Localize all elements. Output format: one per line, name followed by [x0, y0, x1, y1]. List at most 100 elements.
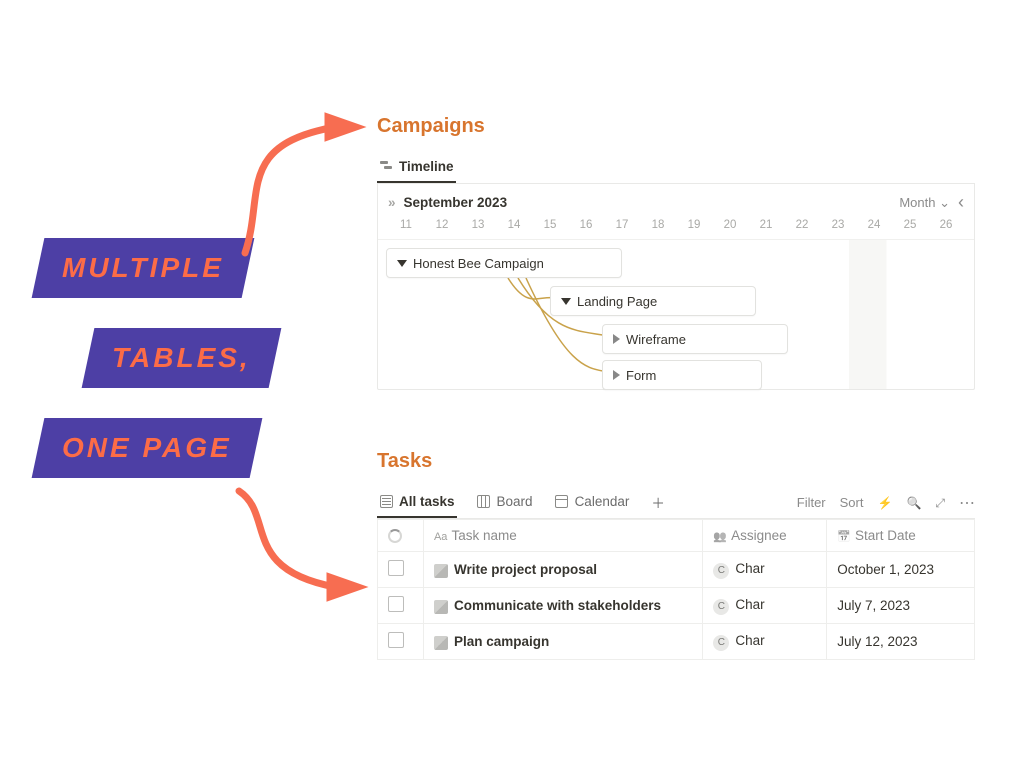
- date-cell: 15: [532, 219, 568, 231]
- date-cell: 23: [820, 219, 856, 231]
- timeline-bar-child[interactable]: Wireframe: [602, 324, 788, 354]
- timeline-controls: Month: [899, 192, 964, 213]
- date-cell: 17: [604, 219, 640, 231]
- tab-board-label: Board: [497, 494, 533, 509]
- add-view-button[interactable]: [649, 487, 667, 518]
- assignee-name: Char: [735, 597, 764, 612]
- timeline-dates: 11 12 13 14 15 16 17 18 19 20 21 22 23 2…: [378, 215, 974, 239]
- timeline-month[interactable]: September 2023: [388, 195, 507, 210]
- granularity-picker[interactable]: Month: [899, 195, 950, 211]
- callout-line-3: ONE PAGE: [32, 418, 262, 478]
- tab-board[interactable]: Board: [475, 487, 535, 518]
- task-name: Plan campaign: [454, 634, 549, 649]
- chevron-down-icon: [939, 195, 950, 210]
- month-label: September 2023: [404, 195, 508, 210]
- prev-period-button[interactable]: [958, 192, 964, 213]
- bar-label: Wireframe: [626, 332, 686, 347]
- timeline-bar-child[interactable]: Form: [602, 360, 762, 390]
- callout-text: ONE PAGE: [62, 432, 232, 464]
- search-icon[interactable]: [906, 495, 921, 510]
- date-cell: 13: [460, 219, 496, 231]
- page-icon: [434, 636, 448, 650]
- col-loading: [378, 520, 424, 552]
- date-cell: 12: [424, 219, 460, 231]
- spinner-icon: [388, 529, 402, 543]
- page-icon: [434, 600, 448, 614]
- tasks-toolbar: Filter Sort: [797, 493, 975, 513]
- collapse-icon[interactable]: [397, 260, 407, 267]
- col-start-date[interactable]: Start Date: [827, 520, 975, 552]
- timeline-rows[interactable]: Honest Bee Campaign Landing Page Wirefra…: [378, 239, 974, 389]
- table-row[interactable]: Write project proposal C Char October 1, …: [378, 552, 975, 588]
- date-cell: 11: [388, 219, 424, 231]
- checkbox[interactable]: [388, 632, 404, 648]
- arrow-to-campaigns: [225, 105, 385, 265]
- expand-sidebar-icon[interactable]: [388, 195, 396, 210]
- tab-calendar-label: Calendar: [575, 494, 630, 509]
- tab-calendar[interactable]: Calendar: [553, 487, 632, 518]
- filter-button[interactable]: Filter: [797, 495, 826, 510]
- campaigns-block: Campaigns Timeline September 2023 Month …: [377, 115, 975, 390]
- more-icon[interactable]: [959, 493, 975, 513]
- col-task-name[interactable]: Task name: [423, 520, 702, 552]
- callout-text: TABLES,: [112, 342, 251, 374]
- tab-all-tasks[interactable]: All tasks: [377, 487, 457, 518]
- timeline-body: September 2023 Month 11 12 13 14 15 16 1…: [377, 184, 975, 390]
- expand-icon[interactable]: [613, 370, 620, 380]
- campaigns-tabs: Timeline: [377, 152, 975, 184]
- expand-icon[interactable]: [613, 334, 620, 344]
- tab-all-label: All tasks: [399, 494, 455, 509]
- sort-button[interactable]: Sort: [840, 495, 864, 510]
- timeline-icon: [379, 160, 393, 174]
- text-prop-icon: [434, 528, 451, 543]
- timeline-bar-parent[interactable]: Honest Bee Campaign: [386, 248, 622, 278]
- date-cell: 26: [928, 219, 964, 231]
- table-header-row: Task name Assignee Start Date: [378, 520, 975, 552]
- assignee-name: Char: [735, 561, 764, 576]
- start-date: October 1, 2023: [827, 552, 975, 588]
- annotation-callouts: MULTIPLE TABLES, ONE PAGE: [38, 238, 275, 478]
- start-date: July 7, 2023: [827, 588, 975, 624]
- date-cell: 18: [640, 219, 676, 231]
- task-name: Write project proposal: [454, 562, 597, 577]
- task-name: Communicate with stakeholders: [454, 598, 661, 613]
- avatar: C: [713, 599, 729, 615]
- board-icon: [477, 495, 491, 509]
- timeline-bar-group[interactable]: Landing Page: [550, 286, 756, 316]
- date-cell: 14: [496, 219, 532, 231]
- campaigns-title[interactable]: Campaigns: [377, 115, 975, 138]
- avatar: C: [713, 563, 729, 579]
- date-cell: 22: [784, 219, 820, 231]
- bar-label: Landing Page: [577, 294, 657, 309]
- col-assignee[interactable]: Assignee: [703, 520, 827, 552]
- checkbox[interactable]: [388, 596, 404, 612]
- checkbox[interactable]: [388, 560, 404, 576]
- bar-label: Form: [626, 368, 656, 383]
- tab-timeline-label: Timeline: [399, 159, 454, 174]
- callout-line-2: TABLES,: [82, 328, 281, 388]
- expand-icon[interactable]: [935, 495, 945, 511]
- people-prop-icon: [713, 528, 731, 543]
- date-cell: 24: [856, 219, 892, 231]
- tab-timeline[interactable]: Timeline: [377, 152, 456, 183]
- table-row[interactable]: Communicate with stakeholders C Char July…: [378, 588, 975, 624]
- tasks-table: Task name Assignee Start Date Write proj…: [377, 519, 975, 660]
- date-cell: 25: [892, 219, 928, 231]
- table-row[interactable]: Plan campaign CChar July 12, 2023: [378, 624, 975, 660]
- col-assignee-label: Assignee: [731, 528, 787, 543]
- automations-icon[interactable]: [877, 495, 892, 510]
- tasks-block: Tasks All tasks Board Calendar Filter So…: [377, 450, 975, 660]
- date-cell: 16: [568, 219, 604, 231]
- callout-line-1: MULTIPLE: [32, 238, 255, 298]
- date-prop-icon: [837, 528, 855, 543]
- avatar: C: [713, 635, 729, 651]
- date-cell: 19: [676, 219, 712, 231]
- arrow-to-tasks: [215, 485, 385, 615]
- collapse-icon[interactable]: [561, 298, 571, 305]
- page-icon: [434, 564, 448, 578]
- bar-label: Honest Bee Campaign: [413, 256, 544, 271]
- start-date: July 12, 2023: [827, 624, 975, 660]
- col-date-label: Start Date: [855, 528, 916, 543]
- tasks-title[interactable]: Tasks: [377, 450, 975, 473]
- plus-icon: [651, 492, 665, 512]
